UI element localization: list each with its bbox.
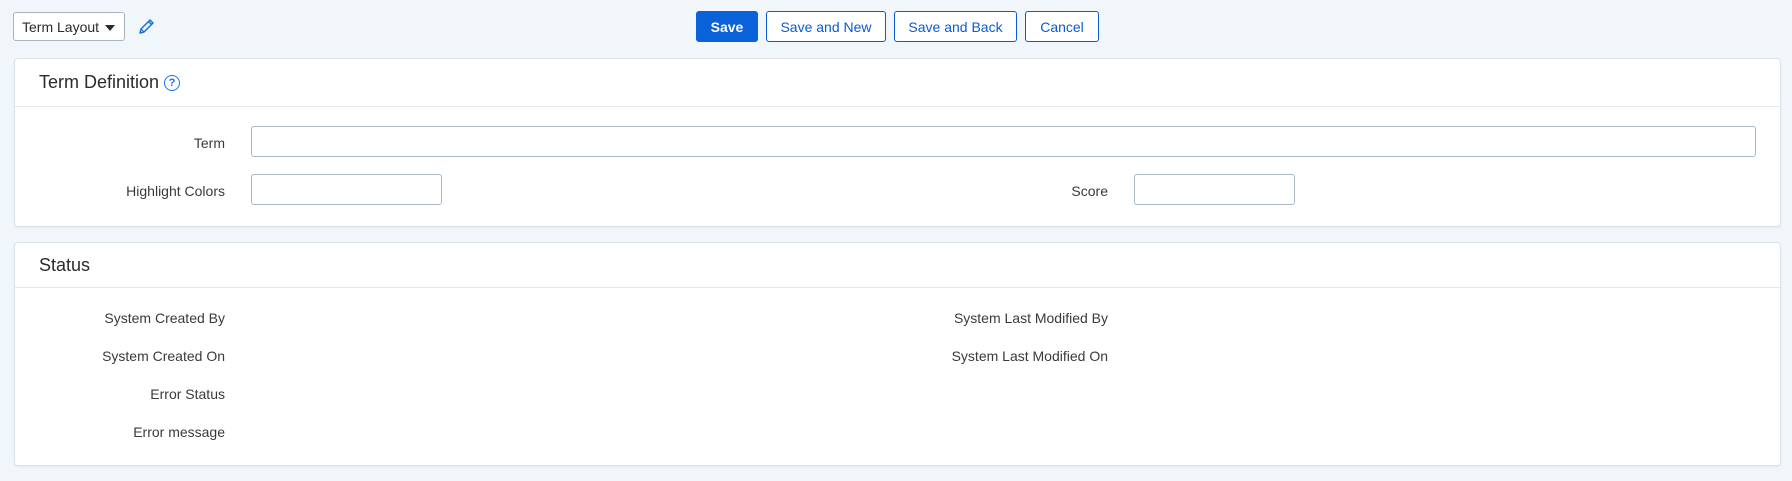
highlight-colors-label: Highlight Colors: [126, 183, 225, 199]
term-definition-panel: Term Definition ? Term Highlight Colors …: [14, 58, 1781, 227]
system-created-on-label: System Created On: [102, 348, 225, 364]
term-definition-title: Term Definition: [39, 72, 160, 92]
term-input[interactable]: [251, 126, 1756, 157]
error-status-label: Error Status: [150, 386, 225, 402]
status-panel: Status System Created By System Created …: [14, 242, 1781, 466]
status-header: Status: [15, 243, 1780, 288]
cancel-button[interactable]: Cancel: [1025, 11, 1099, 42]
caret-down-icon: [105, 25, 115, 31]
pencil-icon[interactable]: [137, 16, 157, 36]
system-last-modified-on-label: System Last Modified On: [951, 348, 1108, 364]
error-message-label: Error message: [133, 424, 225, 440]
highlight-colors-input[interactable]: [251, 174, 442, 205]
term-edit-page: Term Layout Save Save and New Save and B…: [0, 0, 1792, 481]
status-title: Status: [39, 254, 91, 275]
score-label: Score: [1071, 183, 1108, 199]
term-definition-header: Term Definition ?: [15, 59, 1780, 107]
save-and-back-button[interactable]: Save and Back: [894, 11, 1017, 42]
top-toolbar: Term Layout Save Save and New Save and B…: [0, 0, 1792, 52]
system-last-modified-by-label: System Last Modified By: [953, 310, 1108, 326]
system-created-by-label: System Created By: [104, 310, 225, 326]
save-and-new-button[interactable]: Save and New: [766, 11, 886, 42]
score-input[interactable]: [1134, 174, 1295, 205]
help-icon[interactable]: ?: [164, 74, 181, 91]
layout-select-value: Term Layout: [22, 18, 100, 35]
layout-select[interactable]: Term Layout: [13, 12, 125, 41]
term-label: Term: [193, 135, 225, 151]
save-button[interactable]: Save: [696, 11, 758, 42]
